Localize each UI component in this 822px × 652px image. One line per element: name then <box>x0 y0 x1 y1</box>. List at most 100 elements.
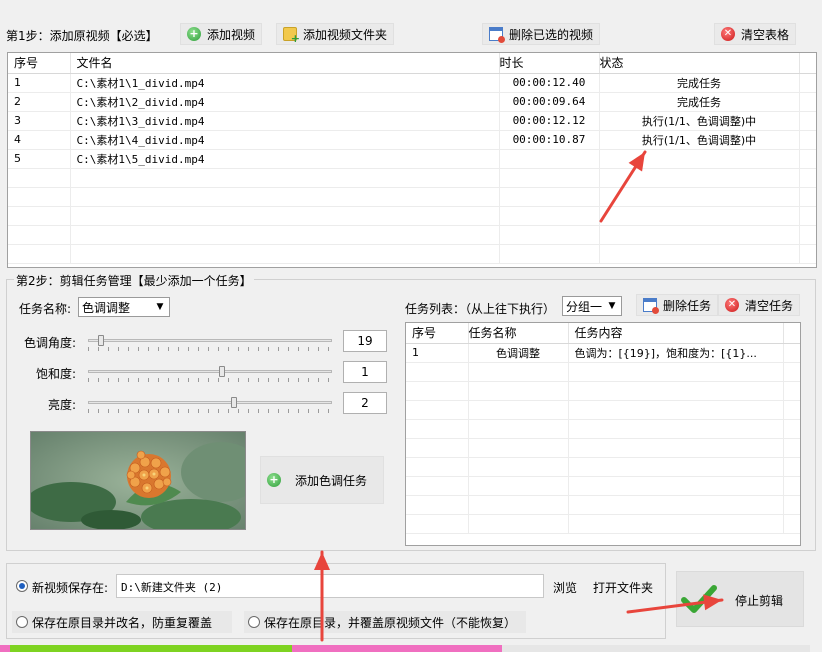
window-delete-icon <box>489 27 505 43</box>
stop-edit-button[interactable]: 停止剪辑 <box>676 571 804 627</box>
video-table-header: 序号 文件名 时长 状态 <box>8 53 816 74</box>
row-status <box>599 149 800 169</box>
col-task-name[interactable]: 任务名称 <box>468 323 569 344</box>
row-file: C:\素材1\1_divid.mp4 <box>70 73 500 93</box>
brightness-slider-ticks <box>88 409 332 413</box>
group-value: 分组一 <box>566 299 603 314</box>
group-select[interactable]: 分组一 ▼ <box>562 296 622 316</box>
clear-icon: ✕ <box>725 298 739 312</box>
flower-image <box>31 432 245 529</box>
table-row[interactable]: 2 C:\素材1\2_divid.mp4 00:00:09.64 完成任务 <box>8 92 816 112</box>
empty-row <box>8 225 816 245</box>
row-task-name: 色调调整 <box>468 343 569 363</box>
add-icon: + <box>267 473 281 487</box>
delete-selected-button[interactable]: 删除已选的视频 <box>482 23 601 45</box>
col-index[interactable]: 序号 <box>406 323 469 344</box>
task-name-select[interactable]: 色调调整 ▼ <box>78 297 170 317</box>
clear-tasks-button[interactable]: ✕ 清空任务 <box>718 294 801 316</box>
rename-option-label: 保存在原目录并改名，防重复覆盖 <box>32 615 213 630</box>
saturation-value-input[interactable]: 1 <box>343 361 387 383</box>
col-status[interactable]: 状态 <box>599 53 800 74</box>
brightness-label: 亮度: <box>48 398 77 412</box>
overwrite-radio[interactable] <box>248 616 260 628</box>
row-duration: 00:00:12.40 <box>499 73 600 93</box>
task-list-label: 任务列表：（从上往下执行） <box>405 302 556 316</box>
row-index: 4 <box>8 130 71 150</box>
task-name-value: 色调调整 <box>82 300 131 315</box>
row-duration: 00:00:10.87 <box>499 130 600 150</box>
open-folder-button[interactable]: 打开文件夹 <box>593 579 653 596</box>
row-file: C:\素材1\4_divid.mp4 <box>70 130 500 150</box>
add-folder-button[interactable]: 添加视频文件夹 <box>276 23 395 45</box>
save-path-input[interactable]: D:\新建文件夹 (2) <box>116 574 544 598</box>
empty-row <box>406 476 800 496</box>
hue-value-input[interactable]: 19 <box>343 330 387 352</box>
saturation-slider-ticks <box>88 378 332 382</box>
overwrite-option[interactable]: 保存在原目录，并覆盖原视频文件（不能恢复） <box>244 611 526 633</box>
table-row[interactable]: 3 C:\素材1\3_divid.mp4 00:00:12.12 执行(1/1、… <box>8 111 816 131</box>
chevron-down-icon: ▼ <box>156 302 164 312</box>
row-index: 1 <box>406 343 469 363</box>
row-task-content: 色调为：[{19}]，饱和度为：[{1}... <box>568 343 784 363</box>
add-icon: + <box>187 27 201 41</box>
row-file: C:\素材1\3_divid.mp4 <box>70 111 500 131</box>
hue-slider-ticks <box>88 347 332 351</box>
row-status: 完成任务 <box>599 73 800 93</box>
empty-row <box>406 400 800 420</box>
add-video-button[interactable]: + 添加视频 <box>180 23 263 45</box>
col-index[interactable]: 序号 <box>8 53 71 74</box>
row-index: 5 <box>8 149 71 169</box>
row-duration: 00:00:09.64 <box>499 92 600 112</box>
saturation-label: 饱和度: <box>36 367 77 381</box>
row-index: 2 <box>8 92 71 112</box>
add-hue-task-label: 添加色调任务 <box>295 473 368 488</box>
clear-table-label: 清空表格 <box>741 27 790 42</box>
empty-row <box>8 206 816 226</box>
video-table[interactable]: 序号 文件名 时长 状态 1 C:\素材1\1_divid.mp4 00:00:… <box>7 52 817 268</box>
empty-row <box>8 168 816 188</box>
hue-label: 色调角度: <box>24 336 77 350</box>
clear-tasks-label: 清空任务 <box>745 298 794 313</box>
window-delete-icon <box>643 298 659 314</box>
empty-row <box>406 457 800 477</box>
col-task-content[interactable]: 任务内容 <box>568 323 784 344</box>
empty-row <box>406 381 800 401</box>
saturation-slider-thumb[interactable] <box>218 366 225 377</box>
progress-fill-green <box>10 645 292 652</box>
add-hue-task-button[interactable]: + 添加色调任务 <box>260 456 384 504</box>
save-new-radio[interactable] <box>16 580 28 592</box>
clear-table-button[interactable]: ✕ 清空表格 <box>714 23 797 45</box>
step2-title: 第2步：剪辑任务管理【最少添加一个任务】 <box>14 272 254 289</box>
table-row[interactable]: 4 C:\素材1\4_divid.mp4 00:00:10.87 执行(1/1、… <box>8 130 816 150</box>
table-row[interactable]: 5 C:\素材1\5_divid.mp4 <box>8 149 816 169</box>
rename-radio[interactable] <box>16 616 28 628</box>
rename-option[interactable]: 保存在原目录并改名，防重复覆盖 <box>12 611 232 633</box>
row-file: C:\素材1\2_divid.mp4 <box>70 92 500 112</box>
browse-button[interactable]: 浏览 <box>553 579 577 596</box>
delete-selected-label: 删除已选的视频 <box>509 27 594 42</box>
table-row[interactable]: 1 色调调整 色调为：[{19}]，饱和度为：[{1}... <box>406 343 800 363</box>
step1-title: 第1步：添加原视频【必选】 <box>6 29 158 43</box>
folder-add-icon <box>283 27 300 45</box>
saturation-slider-track <box>88 370 332 373</box>
row-duration <box>499 149 600 169</box>
save-new-label: 新视频保存在: <box>32 581 109 595</box>
task-table[interactable]: 序号 任务名称 任务内容 1 色调调整 色调为：[{19}]，饱和度为：[{1}… <box>405 322 801 546</box>
add-folder-label: 添加视频文件夹 <box>303 27 388 42</box>
hue-slider-thumb[interactable] <box>97 335 104 346</box>
empty-row <box>406 362 800 382</box>
empty-row <box>406 419 800 439</box>
table-row[interactable]: 1 C:\素材1\1_divid.mp4 00:00:12.40 完成任务 <box>8 73 816 93</box>
delete-task-label: 删除任务 <box>663 298 712 313</box>
brightness-slider-thumb[interactable] <box>230 397 237 408</box>
col-duration[interactable]: 时长 <box>499 53 600 74</box>
stop-edit-label: 停止剪辑 <box>735 594 784 608</box>
checkmark-icon <box>681 585 717 613</box>
empty-row <box>406 495 800 515</box>
brightness-value-input[interactable]: 2 <box>343 392 387 414</box>
progress-bar <box>0 645 810 652</box>
brightness-slider-track <box>88 401 332 404</box>
delete-task-button[interactable]: 删除任务 <box>636 294 719 316</box>
row-duration: 00:00:12.12 <box>499 111 600 131</box>
col-filename[interactable]: 文件名 <box>70 53 500 74</box>
